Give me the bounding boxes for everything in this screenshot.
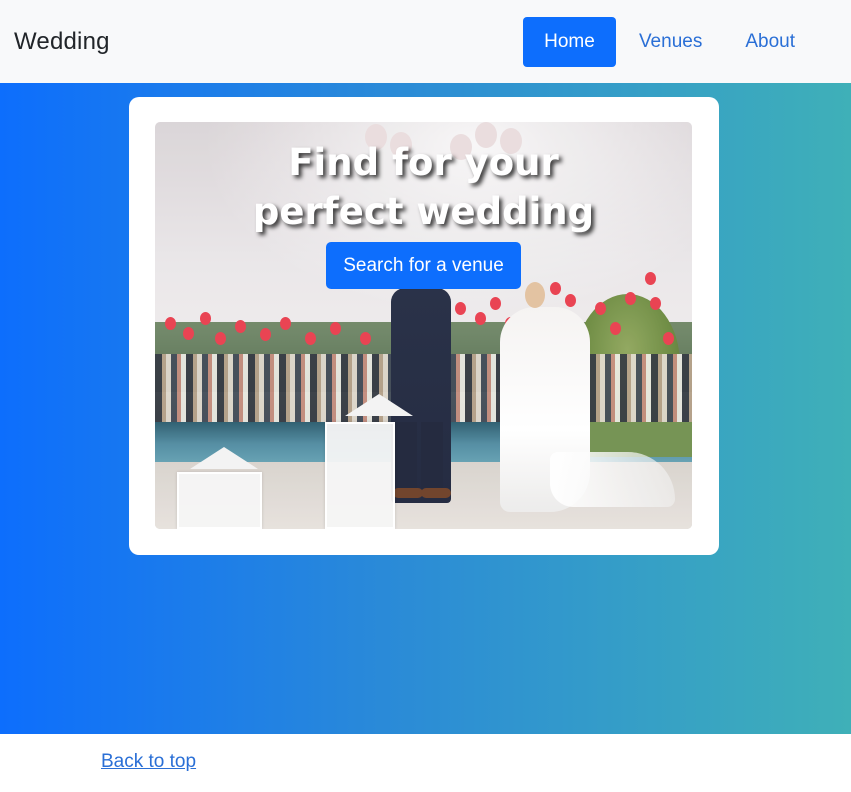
hero-image: Find for your perfect wedding venue. Sea…: [155, 122, 692, 529]
hero-card: Find for your perfect wedding venue. Sea…: [129, 97, 719, 555]
nav-links: Home Venues About: [520, 16, 815, 67]
top-navbar: Wedding Home Venues About: [0, 0, 851, 83]
footer: Back to top: [0, 734, 851, 792]
back-to-top-link[interactable]: Back to top: [101, 751, 196, 773]
search-venue-button[interactable]: Search for a venue: [326, 242, 521, 289]
nav-link-home[interactable]: Home: [522, 16, 616, 67]
brand-logo[interactable]: Wedding: [14, 28, 110, 56]
hero-section: Find for your perfect wedding venue. Sea…: [0, 83, 851, 734]
nav-link-venues[interactable]: Venues: [619, 17, 722, 67]
nav-link-about[interactable]: About: [725, 17, 815, 67]
